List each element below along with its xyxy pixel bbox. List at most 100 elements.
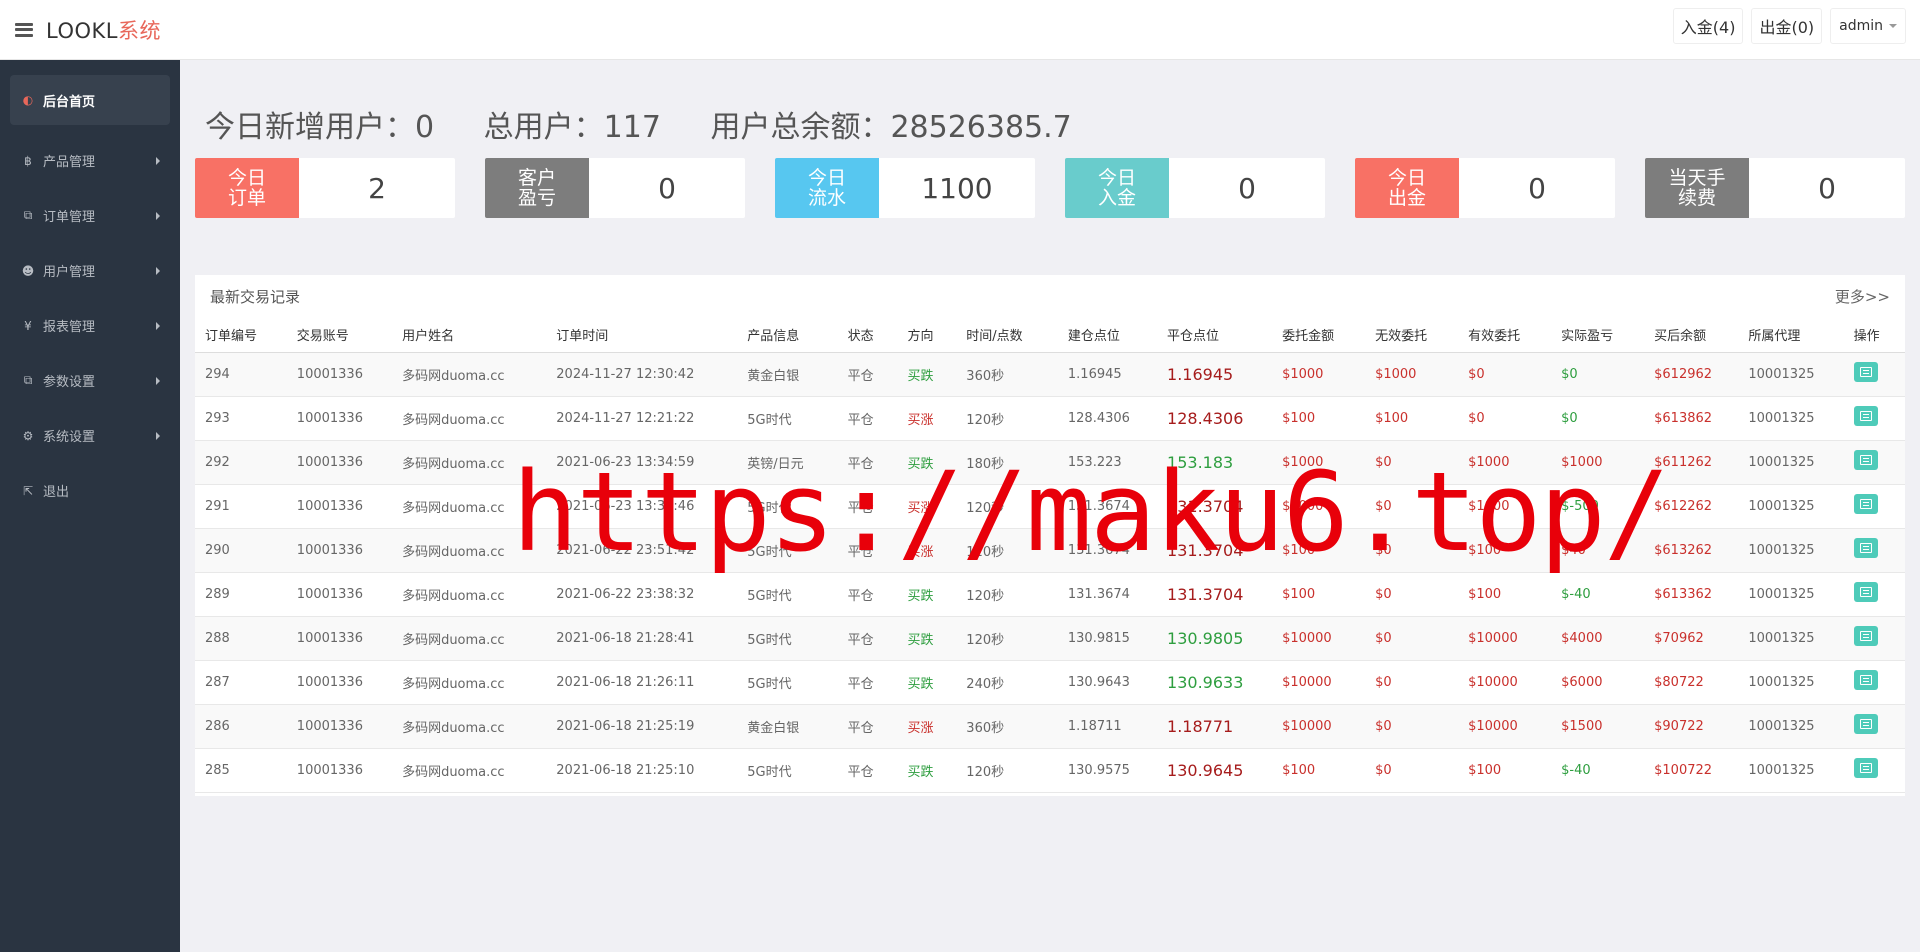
- table-cell: 2021-06-22 23:51:42: [546, 528, 738, 573]
- admin-dropdown[interactable]: admin: [1830, 8, 1906, 44]
- table-cell: 360秒: [956, 704, 1058, 749]
- table-cell: 10001325: [1738, 704, 1844, 749]
- table-cell: 买涨: [897, 396, 957, 441]
- table-cell: 120秒: [956, 616, 1058, 661]
- table-cell: $100: [1272, 748, 1366, 793]
- table-row: 289 10001336 多码网duoma.cc 2021-06-22 23:38:3…: [195, 572, 1905, 617]
- table-cell: 1.18771: [1157, 704, 1273, 749]
- column-header: 操作: [1843, 317, 1905, 353]
- card-today-fee: 当天手续费 0: [1645, 158, 1905, 218]
- view-detail-icon[interactable]: [1853, 450, 1878, 470]
- sidebar-item-orders[interactable]: ⧉ 订单管理: [0, 188, 180, 243]
- table-cell: 2021-06-18 21:28:41: [546, 616, 738, 661]
- table-cell: [1843, 748, 1905, 793]
- dashboard-icon: ◐: [22, 93, 34, 107]
- sidebar-item-products[interactable]: ฿ 产品管理: [0, 133, 180, 188]
- card-today-flow: 今日流水 1100: [775, 158, 1035, 218]
- table-row: 288 10001336 多码网duoma.cc 2021-06-18 21:28:4…: [195, 616, 1905, 661]
- table-cell: 10001325: [1738, 440, 1844, 485]
- table-cell: 买跌: [897, 352, 957, 397]
- copy-icon: ⧉: [23, 373, 33, 387]
- table-cell: $1000: [1365, 352, 1459, 397]
- sidebar-item-reports[interactable]: ¥ 报表管理: [0, 298, 180, 353]
- total-users-stat: 总用户：117: [483, 110, 661, 145]
- table-cell: 2024-11-27 12:30:42: [546, 352, 738, 397]
- table-cell: $100: [1458, 528, 1552, 573]
- summary-stats: 今日新增用户：0 总用户：117 用户总余额：28526385.7: [205, 102, 1112, 146]
- table-cell: 平仓: [837, 704, 898, 749]
- table-cell: 120秒: [956, 528, 1058, 573]
- deposit-button[interactable]: 入金(4): [1672, 8, 1744, 44]
- card-label: 客户盈亏: [485, 158, 589, 218]
- table-cell: 买跌: [897, 572, 957, 617]
- table-cell: $613362: [1644, 572, 1739, 617]
- table-cell: $0: [1365, 528, 1459, 573]
- table-cell: 英镑/日元: [737, 440, 838, 485]
- card-value: 0: [1528, 171, 1546, 205]
- sidebar-item-label: 参数设置: [43, 375, 96, 390]
- withdraw-button[interactable]: 出金(0): [1751, 8, 1823, 44]
- table-cell: 290: [195, 528, 287, 573]
- table-cell: 2021-06-22 23:38:32: [546, 572, 738, 617]
- table-cell: [1843, 528, 1905, 573]
- top-bar: LOOKL系统 入金(4) 出金(0) admin: [0, 0, 1920, 60]
- view-detail-icon[interactable]: [1853, 626, 1878, 646]
- view-detail-icon[interactable]: [1853, 714, 1878, 734]
- sidebar-item-label: 系统设置: [43, 430, 96, 445]
- menu-toggle-icon[interactable]: [15, 22, 33, 37]
- table-cell: $100: [1272, 396, 1366, 441]
- more-link[interactable]: 更多>>: [1835, 286, 1890, 307]
- table-cell: 10001325: [1738, 660, 1844, 705]
- table-cell: 买跌: [897, 748, 957, 793]
- table-cell: 131.3704: [1157, 572, 1273, 617]
- table-cell: 2021-06-23 13:33:46: [546, 484, 738, 529]
- table-cell: $70962: [1644, 616, 1739, 661]
- brand-logo[interactable]: LOOKL系统: [46, 15, 161, 45]
- table-cell: 130.9575: [1057, 748, 1158, 793]
- table-cell: [1843, 440, 1905, 485]
- table-cell: $90722: [1644, 704, 1739, 749]
- sidebar-item-system[interactable]: ⚙ 系统设置: [0, 408, 180, 463]
- table-row: 293 10001336 多码网duoma.cc 2024-11-27 12:21:2…: [195, 396, 1905, 441]
- view-detail-icon[interactable]: [1853, 758, 1878, 778]
- view-detail-icon[interactable]: [1853, 362, 1878, 382]
- sidebar-item-dashboard[interactable]: ◐ 后台首页: [10, 75, 170, 125]
- table-cell: $100722: [1644, 748, 1739, 793]
- view-detail-icon[interactable]: [1853, 670, 1878, 690]
- table-cell: [1843, 352, 1905, 397]
- sidebar-item-params[interactable]: ⧉ 参数设置: [0, 353, 180, 408]
- table-row: 286 10001336 多码网duoma.cc 2021-06-18 21:25:1…: [195, 704, 1905, 749]
- table-cell: 131.3704: [1157, 528, 1273, 573]
- sidebar-item-users[interactable]: ☻ 用户管理: [0, 243, 180, 298]
- table-row: 287 10001336 多码网duoma.cc 2021-06-18 21:26:1…: [195, 660, 1905, 705]
- view-detail-icon[interactable]: [1853, 538, 1878, 558]
- chevron-right-icon: [156, 376, 160, 385]
- column-header: 所属代理: [1738, 317, 1844, 353]
- sidebar-item-logout[interactable]: ⇱ 退出: [0, 463, 180, 518]
- table-cell: $1000: [1272, 484, 1366, 529]
- table-cell: 10001325: [1738, 528, 1844, 573]
- table-cell: 5G时代: [737, 616, 838, 661]
- table-cell: 多码网duoma.cc: [392, 704, 547, 749]
- view-detail-icon[interactable]: [1853, 406, 1878, 426]
- table-cell: 5G时代: [737, 572, 838, 617]
- brand-accent: 系统: [117, 18, 161, 43]
- table-cell: $1000: [1272, 352, 1366, 397]
- table-cell: 130.9633: [1157, 660, 1273, 705]
- table-cell: 240秒: [956, 660, 1058, 705]
- view-detail-icon[interactable]: [1853, 582, 1878, 602]
- table-cell: $611262: [1644, 440, 1739, 485]
- table-cell: 10001325: [1738, 572, 1844, 617]
- table-cell: 287: [195, 660, 287, 705]
- column-header: 订单时间: [546, 317, 738, 353]
- table-cell: $10000: [1458, 704, 1552, 749]
- view-detail-icon[interactable]: [1853, 494, 1878, 514]
- card-client-pnl: 客户盈亏 0: [485, 158, 745, 218]
- table-cell: 多码网duoma.cc: [392, 440, 547, 485]
- table-cell: 10001336: [286, 748, 393, 793]
- column-header: 时间/点数: [956, 317, 1058, 353]
- sidebar-item-label: 产品管理: [43, 155, 96, 170]
- panel-title: 最新交易记录: [210, 287, 301, 306]
- table-cell: 120秒: [956, 748, 1058, 793]
- table-body: 294 10001336 多码网duoma.cc 2024-11-27 12:30:4…: [195, 352, 1905, 793]
